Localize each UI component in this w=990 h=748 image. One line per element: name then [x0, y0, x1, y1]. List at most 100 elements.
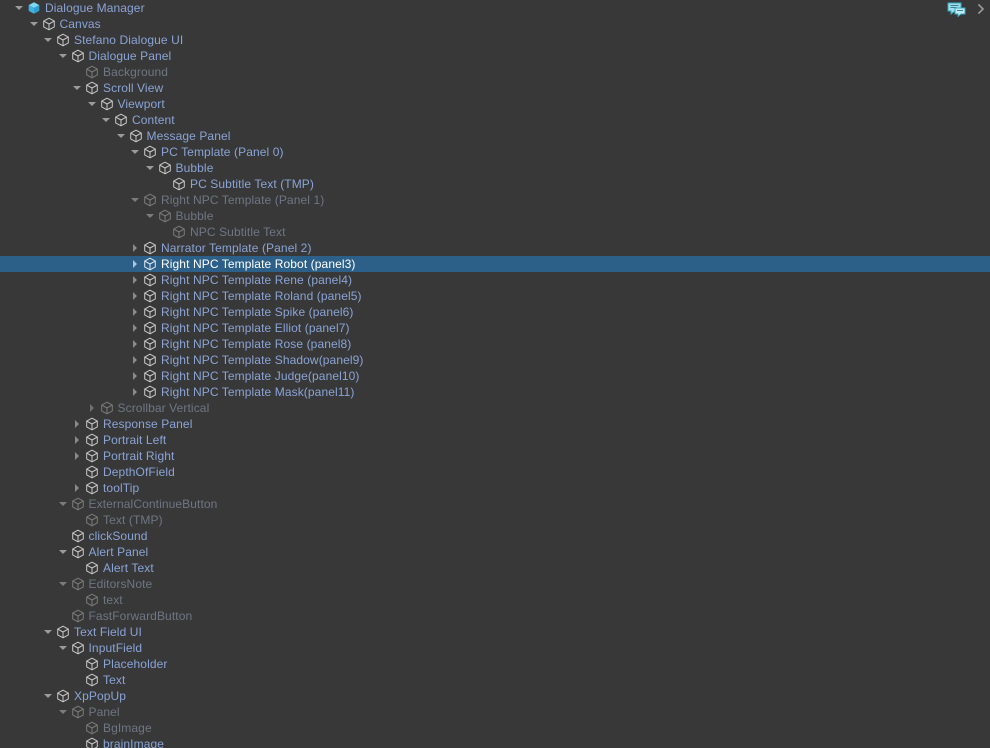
hierarchy-row[interactable]: BgImage [0, 720, 990, 736]
dialogue-script-icon[interactable] [942, 0, 972, 18]
hierarchy-row[interactable]: Right NPC Template Rene (panel4) [0, 272, 990, 288]
chevron-right-icon[interactable] [972, 0, 990, 18]
triangle-down-icon[interactable] [128, 192, 142, 208]
triangle-right-icon[interactable] [70, 448, 84, 464]
triangle-down-icon[interactable] [41, 32, 55, 48]
triangle-down-icon[interactable] [56, 576, 70, 592]
hierarchy-row[interactable]: Bubble [0, 160, 990, 176]
panel-header-icons [942, 0, 990, 18]
hierarchy-row[interactable]: Response Panel [0, 416, 990, 432]
hierarchy-row[interactable]: Alert Panel [0, 544, 990, 560]
gameobject-cube-icon [157, 160, 173, 176]
hierarchy-row[interactable]: Placeholder [0, 656, 990, 672]
hierarchy-row[interactable]: Right NPC Template Robot (panel3) [0, 256, 990, 272]
hierarchy-row[interactable]: Content [0, 112, 990, 128]
hierarchy-row[interactable]: EditorsNote [0, 576, 990, 592]
gameobject-cube-icon [70, 496, 86, 512]
hierarchy-row[interactable]: Bubble [0, 208, 990, 224]
triangle-right-icon[interactable] [128, 320, 142, 336]
triangle-right-icon[interactable] [128, 240, 142, 256]
hierarchy-row[interactable]: XpPopUp [0, 688, 990, 704]
gameobject-cube-icon [70, 608, 86, 624]
hierarchy-row[interactable]: Message Panel [0, 128, 990, 144]
triangle-right-icon[interactable] [128, 352, 142, 368]
triangle-down-icon[interactable] [41, 624, 55, 640]
triangle-right-icon[interactable] [128, 336, 142, 352]
triangle-down-icon[interactable] [12, 0, 26, 16]
row-indent [0, 416, 70, 432]
triangle-down-icon[interactable] [56, 704, 70, 720]
triangle-down-icon[interactable] [41, 688, 55, 704]
foldout-spacer [70, 656, 84, 672]
hierarchy-row[interactable]: Panel [0, 704, 990, 720]
hierarchy-tree[interactable]: Dialogue Manager Canvas Stefano Dialogue U… [0, 0, 990, 748]
triangle-down-icon[interactable] [27, 16, 41, 32]
hierarchy-row[interactable]: Dialogue Manager [0, 0, 990, 16]
hierarchy-row-label: Message Panel [146, 129, 231, 143]
hierarchy-row[interactable]: Right NPC Template Roland (panel5) [0, 288, 990, 304]
hierarchy-row[interactable]: FastForwardButton [0, 608, 990, 624]
triangle-right-icon[interactable] [85, 400, 99, 416]
hierarchy-row[interactable]: brainImage [0, 736, 990, 748]
hierarchy-row[interactable]: ExternalContinueButton [0, 496, 990, 512]
hierarchy-row[interactable]: Alert Text [0, 560, 990, 576]
triangle-right-icon[interactable] [128, 304, 142, 320]
row-indent [0, 720, 70, 736]
hierarchy-row[interactable]: Stefano Dialogue UI [0, 32, 990, 48]
hierarchy-row[interactable]: Right NPC Template Shadow(panel9) [0, 352, 990, 368]
row-indent [0, 304, 128, 320]
gameobject-cube-icon [142, 320, 158, 336]
triangle-right-icon[interactable] [128, 384, 142, 400]
triangle-down-icon[interactable] [128, 144, 142, 160]
hierarchy-row[interactable]: Canvas [0, 16, 990, 32]
hierarchy-row[interactable]: Background [0, 64, 990, 80]
triangle-right-icon[interactable] [70, 416, 84, 432]
hierarchy-row[interactable]: NPC Subtitle Text [0, 224, 990, 240]
hierarchy-row[interactable]: Scrollbar Vertical [0, 400, 990, 416]
hierarchy-row[interactable]: Right NPC Template Mask(panel11) [0, 384, 990, 400]
hierarchy-row[interactable]: Right NPC Template (Panel 1) [0, 192, 990, 208]
hierarchy-row[interactable]: text [0, 592, 990, 608]
triangle-right-icon[interactable] [128, 288, 142, 304]
hierarchy-row[interactable]: toolTip [0, 480, 990, 496]
hierarchy-row[interactable]: Text (TMP) [0, 512, 990, 528]
triangle-right-icon[interactable] [70, 480, 84, 496]
hierarchy-row[interactable]: Right NPC Template Spike (panel6) [0, 304, 990, 320]
triangle-down-icon[interactable] [56, 48, 70, 64]
hierarchy-row[interactable]: Narrator Template (Panel 2) [0, 240, 990, 256]
hierarchy-row[interactable]: clickSound [0, 528, 990, 544]
hierarchy-row[interactable]: Right NPC Template Elliot (panel7) [0, 320, 990, 336]
triangle-down-icon[interactable] [114, 128, 128, 144]
triangle-right-icon[interactable] [70, 432, 84, 448]
triangle-down-icon[interactable] [85, 96, 99, 112]
row-indent [0, 144, 128, 160]
hierarchy-row[interactable]: Text Field UI [0, 624, 990, 640]
hierarchy-row[interactable]: InputField [0, 640, 990, 656]
triangle-right-icon[interactable] [128, 256, 142, 272]
triangle-down-icon[interactable] [99, 112, 113, 128]
hierarchy-row[interactable]: Text [0, 672, 990, 688]
hierarchy-row[interactable]: PC Subtitle Text (TMP) [0, 176, 990, 192]
gameobject-cube-icon [99, 400, 115, 416]
hierarchy-row-label: Scrollbar Vertical [117, 401, 210, 415]
gameobject-cube-icon [84, 448, 100, 464]
hierarchy-row[interactable]: Right NPC Template Rose (panel8) [0, 336, 990, 352]
hierarchy-row[interactable]: Scroll View [0, 80, 990, 96]
hierarchy-row[interactable]: DepthOfField [0, 464, 990, 480]
triangle-down-icon[interactable] [56, 496, 70, 512]
hierarchy-row[interactable]: Portrait Right [0, 448, 990, 464]
hierarchy-row[interactable]: Dialogue Panel [0, 48, 990, 64]
triangle-down-icon[interactable] [143, 160, 157, 176]
triangle-down-icon[interactable] [56, 640, 70, 656]
hierarchy-row[interactable]: Viewport [0, 96, 990, 112]
triangle-down-icon[interactable] [143, 208, 157, 224]
triangle-down-icon[interactable] [56, 544, 70, 560]
gameobject-cube-icon [84, 64, 100, 80]
hierarchy-row[interactable]: Portrait Left [0, 432, 990, 448]
hierarchy-row-label: Bubble [175, 209, 214, 223]
triangle-right-icon[interactable] [128, 368, 142, 384]
hierarchy-row[interactable]: PC Template (Panel 0) [0, 144, 990, 160]
triangle-right-icon[interactable] [128, 272, 142, 288]
hierarchy-row[interactable]: Right NPC Template Judge(panel10) [0, 368, 990, 384]
triangle-down-icon[interactable] [70, 80, 84, 96]
